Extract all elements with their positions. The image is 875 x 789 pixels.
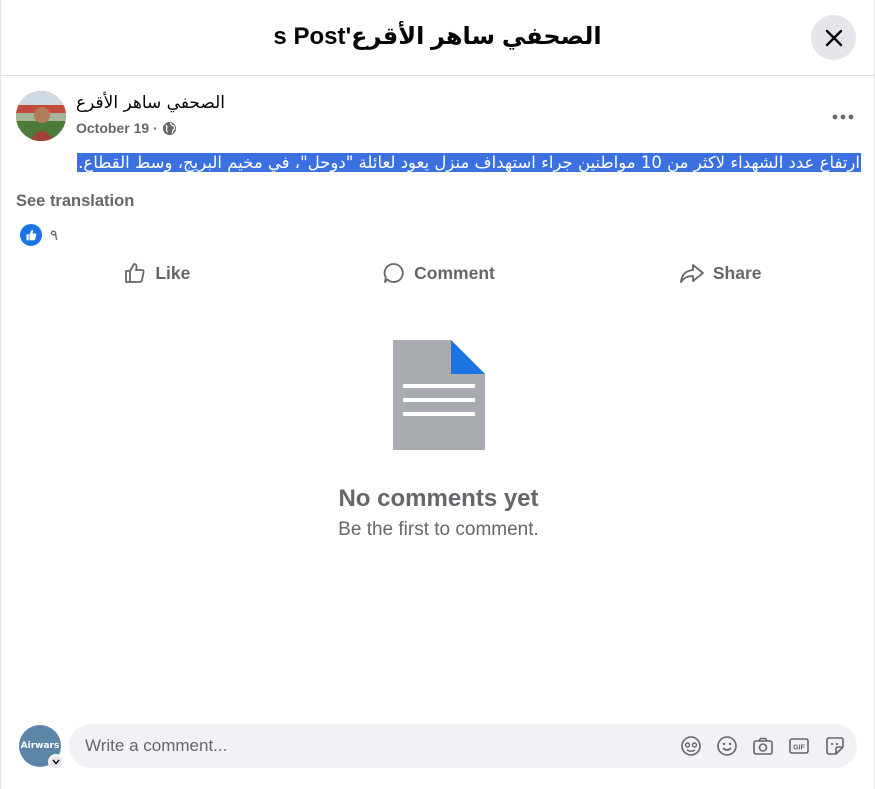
- dialog-header: الصحفي ساهر الأقرع's Post: [1, 0, 874, 76]
- more-options-button[interactable]: [825, 99, 861, 135]
- share-button[interactable]: Share: [579, 251, 861, 295]
- share-arrow-icon: [679, 264, 704, 283]
- reaction-count: ٩: [50, 227, 59, 244]
- sticker-icon[interactable]: [823, 734, 847, 758]
- like-reaction-icon: [18, 222, 44, 248]
- close-icon: [825, 29, 842, 46]
- post-header: الصحفي ساهر الأقرع October 19 ·: [16, 91, 861, 141]
- post-date[interactable]: October 19: [76, 120, 149, 136]
- share-label: Share: [712, 262, 762, 283]
- chevron-down-icon[interactable]: [48, 754, 64, 770]
- like-label: Like: [155, 262, 191, 283]
- comment-button[interactable]: Comment: [298, 251, 580, 295]
- empty-title: No comments yet: [338, 485, 539, 512]
- no-comments-state: No comments yet Be the first to comment.: [1, 340, 875, 541]
- composer-avatar-label: Airwars: [20, 741, 60, 751]
- author-avatar[interactable]: [16, 91, 66, 141]
- meta-separator: ·: [153, 120, 158, 136]
- composer-avatar[interactable]: Airwars: [19, 725, 64, 770]
- post-dialog: الصحفي ساهر الأقرع's Post الصحفي ساهر ال…: [0, 0, 875, 789]
- more-dots-icon: [832, 114, 854, 120]
- post-actions: Like Comment Share: [16, 251, 861, 295]
- see-translation-link[interactable]: See translation: [16, 192, 134, 211]
- globe-icon: [162, 121, 176, 135]
- close-button[interactable]: [811, 15, 856, 60]
- svg-text:GIF: GIF: [793, 745, 805, 752]
- comment-label: Comment: [414, 262, 495, 283]
- post-body: ارتفاع عدد الشهداء لاكثر من 10 مواطنين ج…: [16, 151, 861, 175]
- post-text: ارتفاع عدد الشهداء لاكثر من 10 مواطنين ج…: [77, 153, 861, 172]
- post-meta: October 19 ·: [76, 120, 177, 136]
- comment-composer: Airwars Write a comment... GIF: [19, 724, 857, 770]
- emoji-icon[interactable]: [715, 734, 739, 758]
- gif-icon[interactable]: GIF: [787, 734, 811, 758]
- thumbs-up-icon: [125, 263, 145, 283]
- author-name[interactable]: الصحفي ساهر الأقرع: [76, 93, 225, 113]
- empty-subtitle: Be the first to comment.: [338, 519, 539, 540]
- reactions-summary[interactable]: ٩: [18, 222, 58, 248]
- comment-box[interactable]: GIF: [69, 724, 857, 768]
- avatar-sticker-icon[interactable]: [679, 734, 703, 758]
- camera-icon[interactable]: [751, 734, 775, 758]
- composer-tools: GIF: [679, 734, 847, 758]
- document-icon: [392, 340, 485, 450]
- dialog-title: الصحفي ساهر الأقرع's Post: [273, 23, 602, 50]
- comment-input[interactable]: [83, 735, 647, 757]
- like-button[interactable]: Like: [16, 251, 298, 295]
- comment-bubble-icon: [383, 263, 404, 283]
